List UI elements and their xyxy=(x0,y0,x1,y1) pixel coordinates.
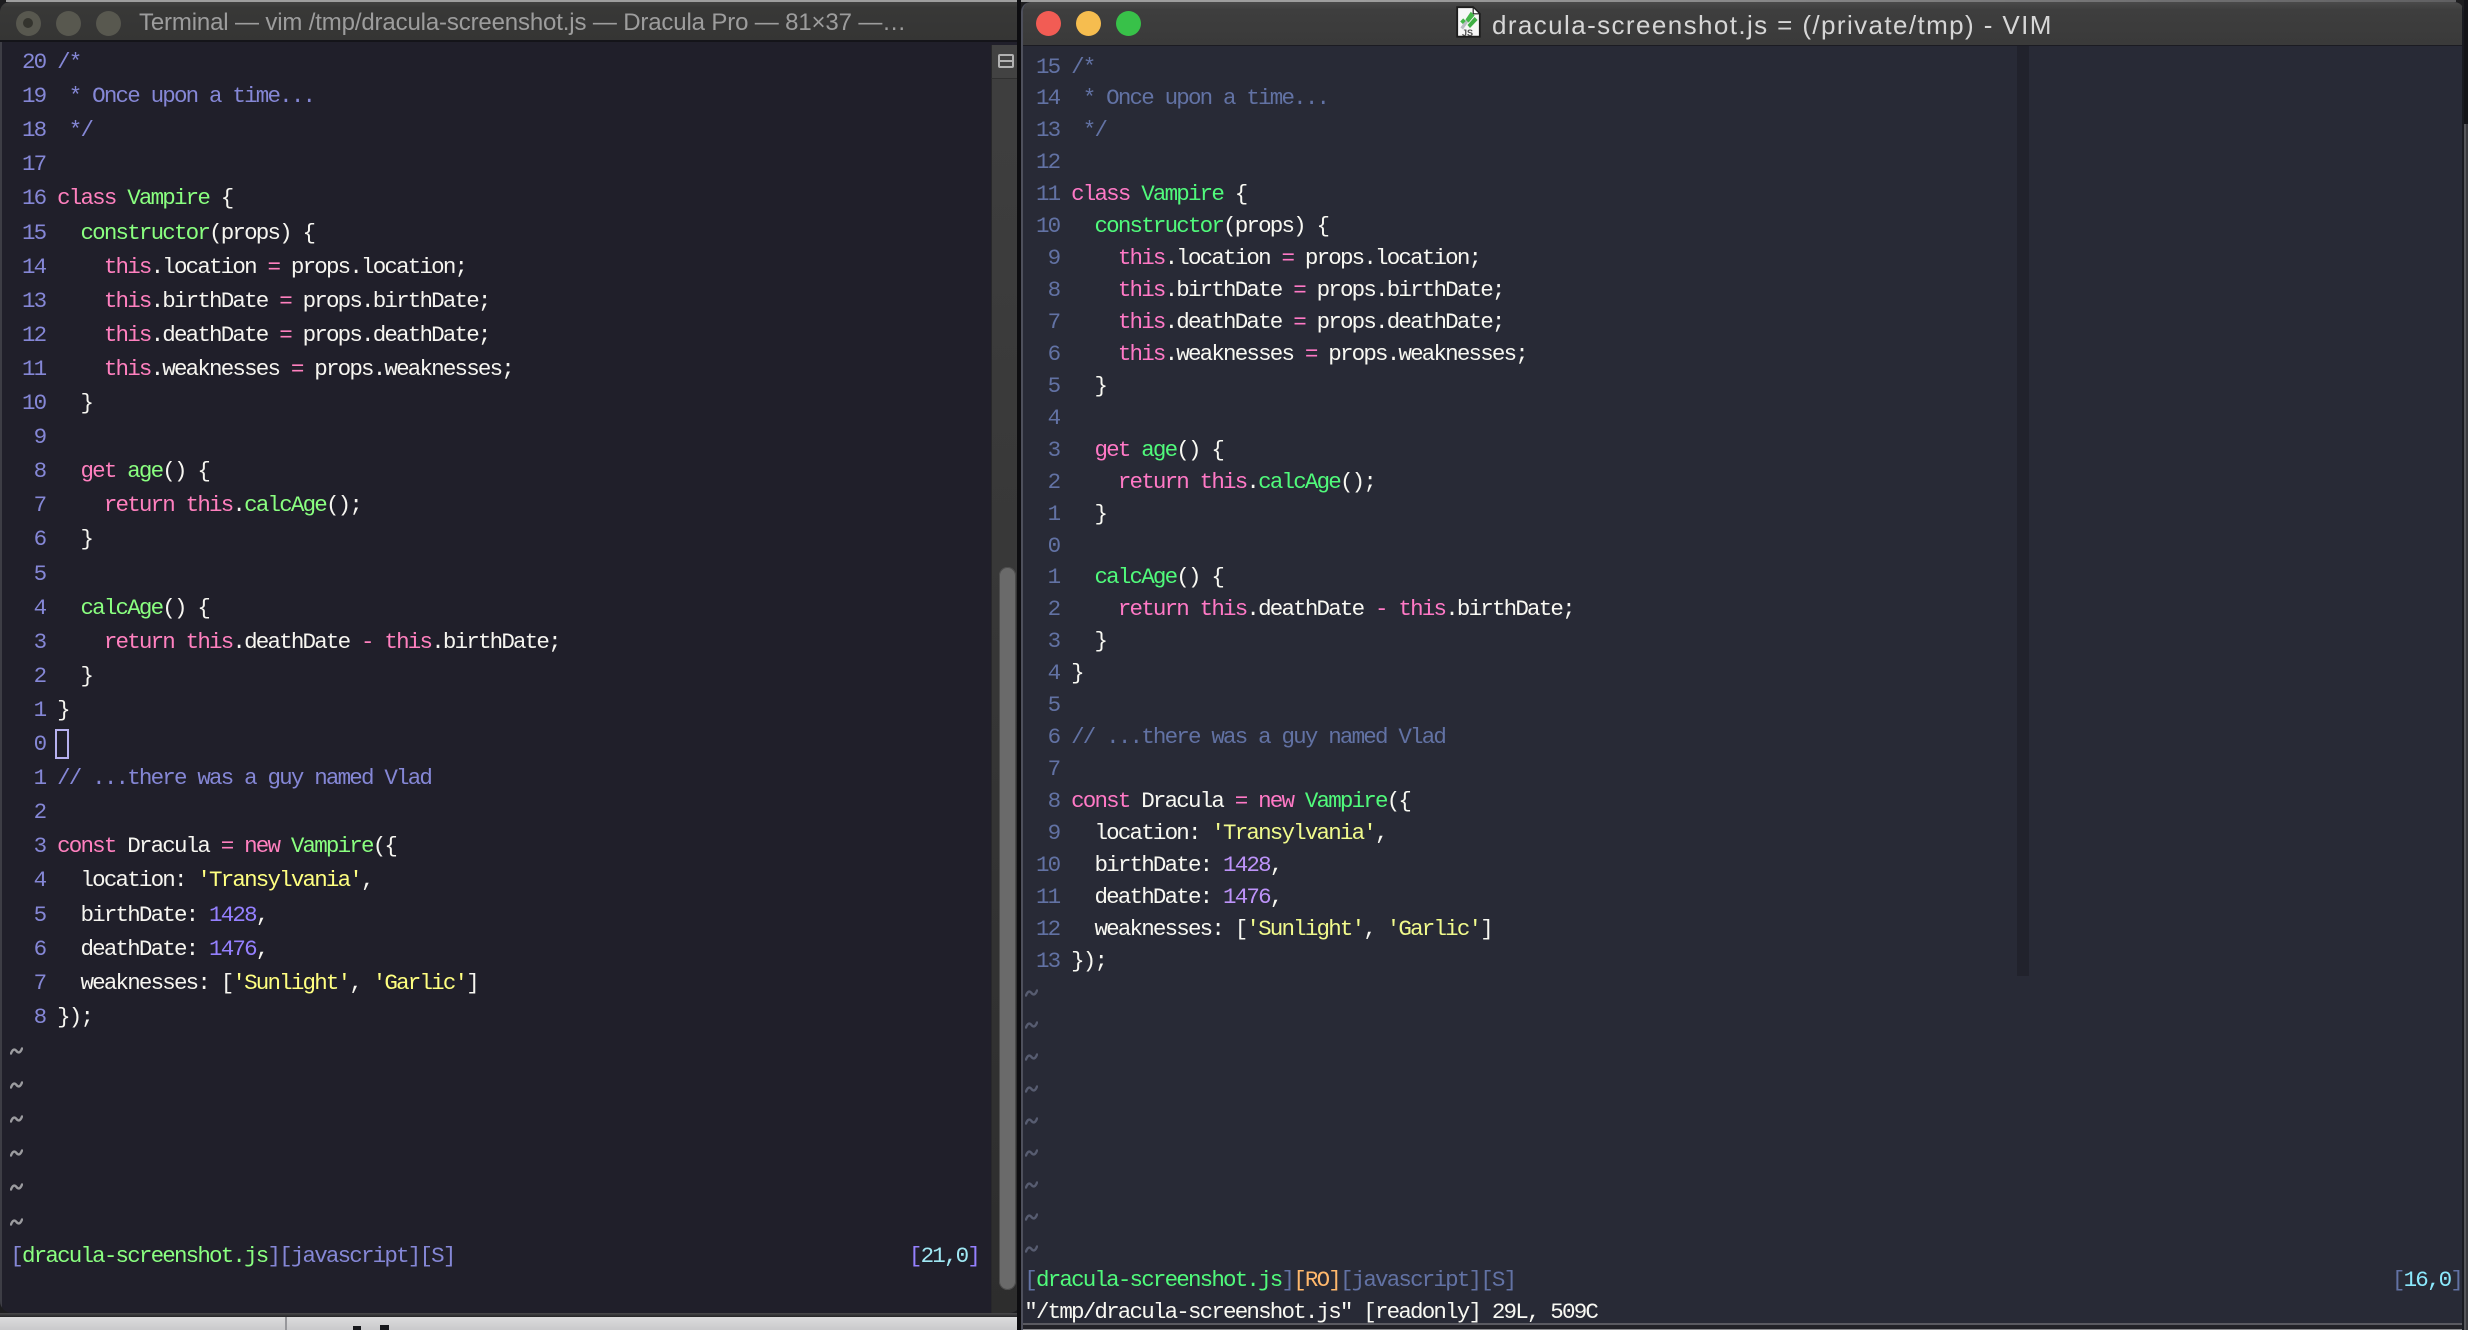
svg-text:JS: JS xyxy=(1462,28,1473,38)
